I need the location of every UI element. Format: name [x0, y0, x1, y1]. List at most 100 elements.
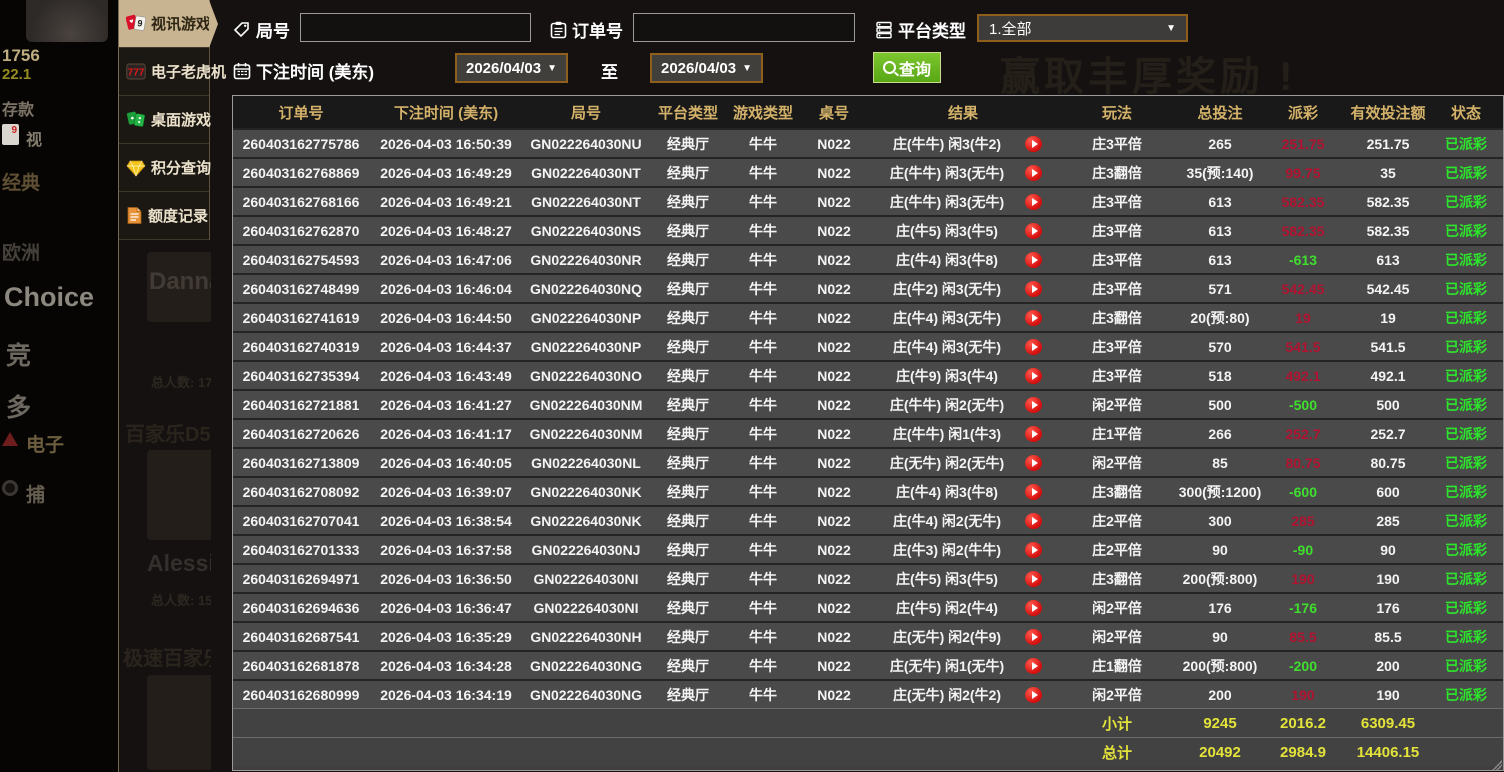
replay-button[interactable]: [1025, 135, 1057, 152]
cell-payout: -90: [1292, 541, 1314, 558]
cell-order-no: 260403162741619: [242, 309, 360, 326]
date-to-select[interactable]: 2026/04/03 ▼: [650, 53, 763, 83]
cell-order-no: 260403162713809: [242, 454, 360, 471]
platform-type-select[interactable]: 1.全部 ▼: [977, 14, 1188, 42]
resize-grip[interactable]: [1492, 760, 1502, 770]
table-row: 260403162680999 2026-04-03 16:34:19 GN02…: [233, 679, 1503, 708]
replay-button[interactable]: [1025, 309, 1057, 326]
cell-table-no: N022: [817, 222, 851, 239]
round-number-input[interactable]: [300, 13, 531, 42]
query-button[interactable]: 查询: [873, 52, 941, 83]
header-platform: 平台类型: [657, 104, 718, 122]
cell-platform: 经典厅: [667, 657, 709, 674]
subtotal-bet: 9245: [1203, 714, 1237, 732]
replay-button[interactable]: [1025, 164, 1057, 181]
cell-play: 闲2平倍: [1092, 396, 1142, 413]
cell-total-bet: 200: [1208, 686, 1232, 703]
cell-total-bet: 90: [1212, 541, 1228, 558]
cell-valid-bet: 200: [1376, 657, 1400, 674]
subtotal-row: 小计 9245 2016.2 6309.45: [233, 708, 1503, 737]
cell-status: 已派彩: [1445, 135, 1487, 152]
sidebar-item-quota-records[interactable]: 额度记录: [119, 192, 209, 240]
sidebar-item-video-games[interactable]: 9 视讯游戏: [119, 0, 218, 48]
cell-table-no: N022: [817, 251, 851, 268]
subtotal-label: 小计: [1101, 715, 1132, 733]
cell-play: 庄3翻倍: [1092, 164, 1142, 181]
play-icon: [1025, 657, 1042, 674]
cell-total-bet: 518: [1208, 367, 1232, 384]
sidebar-item-table-games[interactable]: 桌面游戏: [119, 96, 211, 144]
replay-button[interactable]: [1025, 483, 1057, 500]
cell-table-no: N022: [817, 164, 851, 181]
dealer-name: Danna: [149, 268, 211, 295]
table-row: 260403162713809 2026-04-03 16:40:05 GN02…: [233, 447, 1503, 476]
cell-result: 庄(牛4) 闲3(无牛): [869, 308, 1057, 328]
cell-table-no: N022: [817, 454, 851, 471]
date-from-select[interactable]: 2026/04/03 ▼: [455, 53, 568, 83]
cell-total-bet: 90: [1212, 628, 1228, 645]
cell-bet-time: 2026-04-03 16:39:07: [380, 483, 512, 500]
cell-order-no: 260403162768869: [242, 164, 360, 181]
dealer-photo: [147, 450, 211, 540]
cell-result: 庄(无牛) 闲2(牛2): [869, 685, 1057, 705]
table-header-row: 订单号 下注时间 (美东) 局号 平台类型 游戏类型 桌号 结果 玩法 总投注 …: [233, 96, 1503, 128]
fishing-king-icon: [2, 480, 18, 496]
table-row: 260403162754593 2026-04-03 16:47:06 GN02…: [233, 244, 1503, 273]
cell-total-bet: 571: [1208, 280, 1232, 297]
cell-status: 已派彩: [1445, 396, 1487, 413]
cell-platform: 经典厅: [667, 222, 709, 239]
cell-round-no: GN022264030NG: [529, 686, 643, 703]
replay-button[interactable]: [1025, 425, 1057, 442]
play-icon: [1025, 628, 1042, 645]
calendar-icon: [233, 62, 251, 79]
cell-bet-time: 2026-04-03 16:43:49: [380, 367, 512, 384]
cell-game-type: 牛牛: [749, 570, 777, 587]
cell-bet-time: 2026-04-03 16:34:19: [380, 686, 512, 703]
play-icon: [1025, 280, 1042, 297]
order-number-input[interactable]: [633, 13, 855, 42]
cell-result: 庄(牛牛) 闲3(无牛): [869, 192, 1057, 212]
total-bet: 20492: [1199, 743, 1241, 761]
table-games-icon: [126, 111, 145, 127]
replay-button[interactable]: [1025, 657, 1057, 674]
cell-payout: 190: [1291, 686, 1315, 703]
replay-button[interactable]: [1025, 367, 1057, 384]
replay-button[interactable]: [1025, 280, 1057, 297]
play-icon: [1025, 686, 1042, 703]
cell-table-no: N022: [817, 193, 851, 210]
cell-valid-bet: 190: [1376, 686, 1400, 703]
cell-total-bet: 613: [1208, 222, 1232, 239]
cell-bet-time: 2026-04-03 16:38:54: [380, 512, 512, 529]
replay-button[interactable]: [1025, 541, 1057, 558]
replay-button[interactable]: [1025, 222, 1057, 239]
replay-button[interactable]: [1025, 570, 1057, 587]
cell-status: 已派彩: [1445, 628, 1487, 645]
cell-bet-time: 2026-04-03 16:36:50: [380, 570, 512, 587]
cell-valid-bet: 80.75: [1370, 454, 1406, 471]
search-icon: [882, 61, 896, 74]
cell-platform: 经典厅: [667, 396, 709, 413]
cell-payout: -613: [1288, 251, 1318, 268]
cell-game-type: 牛牛: [749, 251, 777, 268]
replay-button[interactable]: [1025, 193, 1057, 210]
cell-table-no: N022: [817, 309, 851, 326]
sidebar-item-points-query[interactable]: 积分查询: [119, 144, 211, 192]
replay-button[interactable]: [1025, 599, 1057, 616]
cell-platform: 经典厅: [667, 193, 709, 210]
replay-button[interactable]: [1025, 338, 1057, 355]
replay-button[interactable]: [1025, 251, 1057, 268]
replay-button[interactable]: [1025, 512, 1057, 529]
cell-table-no: N022: [817, 396, 851, 413]
sidebar-item-slots[interactable]: 777 电子老虎机: [119, 48, 226, 96]
cell-bet-time: 2026-04-03 16:50:39: [380, 135, 512, 152]
cell-bet-time: 2026-04-03 16:49:29: [380, 164, 512, 181]
table-row: 260403162720626 2026-04-03 16:41:17 GN02…: [233, 418, 1503, 447]
replay-button[interactable]: [1025, 396, 1057, 413]
replay-button[interactable]: [1025, 686, 1057, 703]
cell-total-bet: 613: [1208, 251, 1232, 268]
cell-valid-bet: 613: [1376, 251, 1400, 268]
cell-play: 庄3翻倍: [1092, 483, 1142, 500]
replay-button[interactable]: [1025, 454, 1057, 471]
replay-button[interactable]: [1025, 628, 1057, 645]
cell-payout: 190: [1291, 570, 1315, 587]
